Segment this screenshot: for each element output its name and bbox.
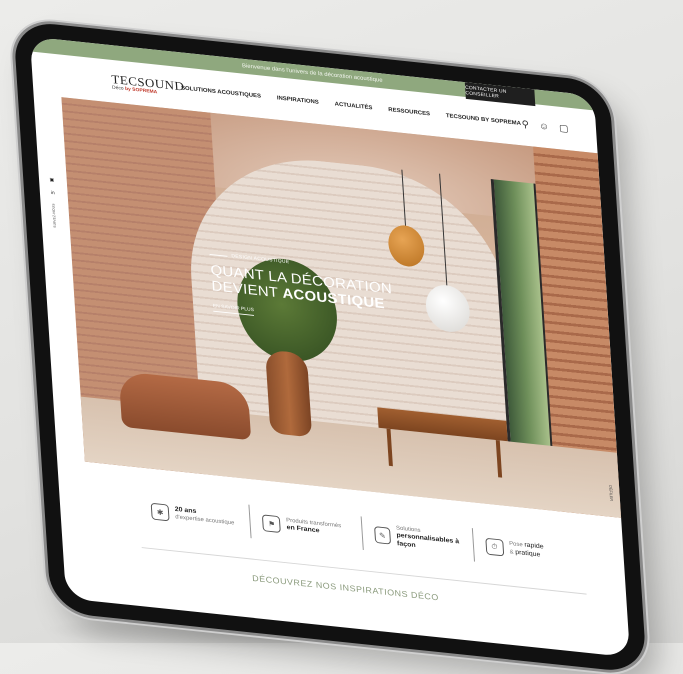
timer-icon: ⏱ <box>485 537 505 557</box>
user-icon[interactable]: ☺ <box>539 121 550 132</box>
feature-custom: ✎ Solutions personnalisables à façon <box>360 516 474 562</box>
feature-text: Solutions personnalisables à façon <box>396 525 474 556</box>
logo[interactable]: TECSOUND Déco by SOPREMA <box>111 71 185 95</box>
nav-item-solutions[interactable]: SOLUTIONS ACOUSTIQUES <box>181 86 261 100</box>
bag-icon[interactable]: ▢ <box>559 123 569 134</box>
feature-quick-install: ⏱ Pose rapide & pratique <box>471 528 586 574</box>
feature-text: 20 ans d'expertise acoustique <box>175 506 235 527</box>
instagram-icon[interactable]: ▣ <box>49 177 54 183</box>
feature-strong: personnalisables à façon <box>396 532 460 549</box>
design-icon: ✎ <box>373 526 392 545</box>
nav-item-actualites[interactable]: ACTUALITÉS <box>335 102 373 112</box>
feature-sub: Pose <box>508 541 523 549</box>
feature-strong: rapide <box>524 542 544 551</box>
nav-icons: ⚲ ☺ ▢ <box>521 119 568 134</box>
puzzle-icon: ✱ <box>150 502 170 522</box>
feature-made-in-france: ⚑ Produits transformés en France <box>248 504 363 550</box>
social-sidebar: ▣ in SUIVEZ-NOUS <box>45 177 62 229</box>
vase <box>265 349 313 438</box>
feature-text: Produits transformés en France <box>286 518 342 539</box>
tablet-frame: Bienvenue dans l'univers de la décoratio… <box>13 20 647 674</box>
hero-banner: DESIGN ACOUSTIQUE QUANT LA DÉCORATION DE… <box>61 97 622 518</box>
browser-screen: Bienvenue dans l'univers de la décoratio… <box>29 36 631 658</box>
search-icon[interactable]: ⚲ <box>521 119 529 130</box>
nav-item-inspirations[interactable]: INSPIRATIONS <box>277 96 319 106</box>
nav-item-tecsound[interactable]: TECSOUND BY SOPREMA <box>446 113 521 126</box>
feature-strong: pratique <box>515 549 541 559</box>
scroll-indicator[interactable]: DÉFILER <box>608 485 614 501</box>
nav-item-ressources[interactable]: RESSOURCES <box>388 107 430 117</box>
feature-sub: & <box>509 549 514 556</box>
logo-tagline-script: Déco <box>111 84 124 92</box>
feature-text: Pose rapide & pratique <box>509 540 545 560</box>
follow-us-label: SUIVEZ-NOUS <box>51 203 57 228</box>
linkedin-icon[interactable]: in <box>51 190 55 196</box>
france-flag-icon: ⚑ <box>262 514 282 534</box>
feature-expertise: ✱ 20 ans d'expertise acoustique <box>138 493 251 538</box>
